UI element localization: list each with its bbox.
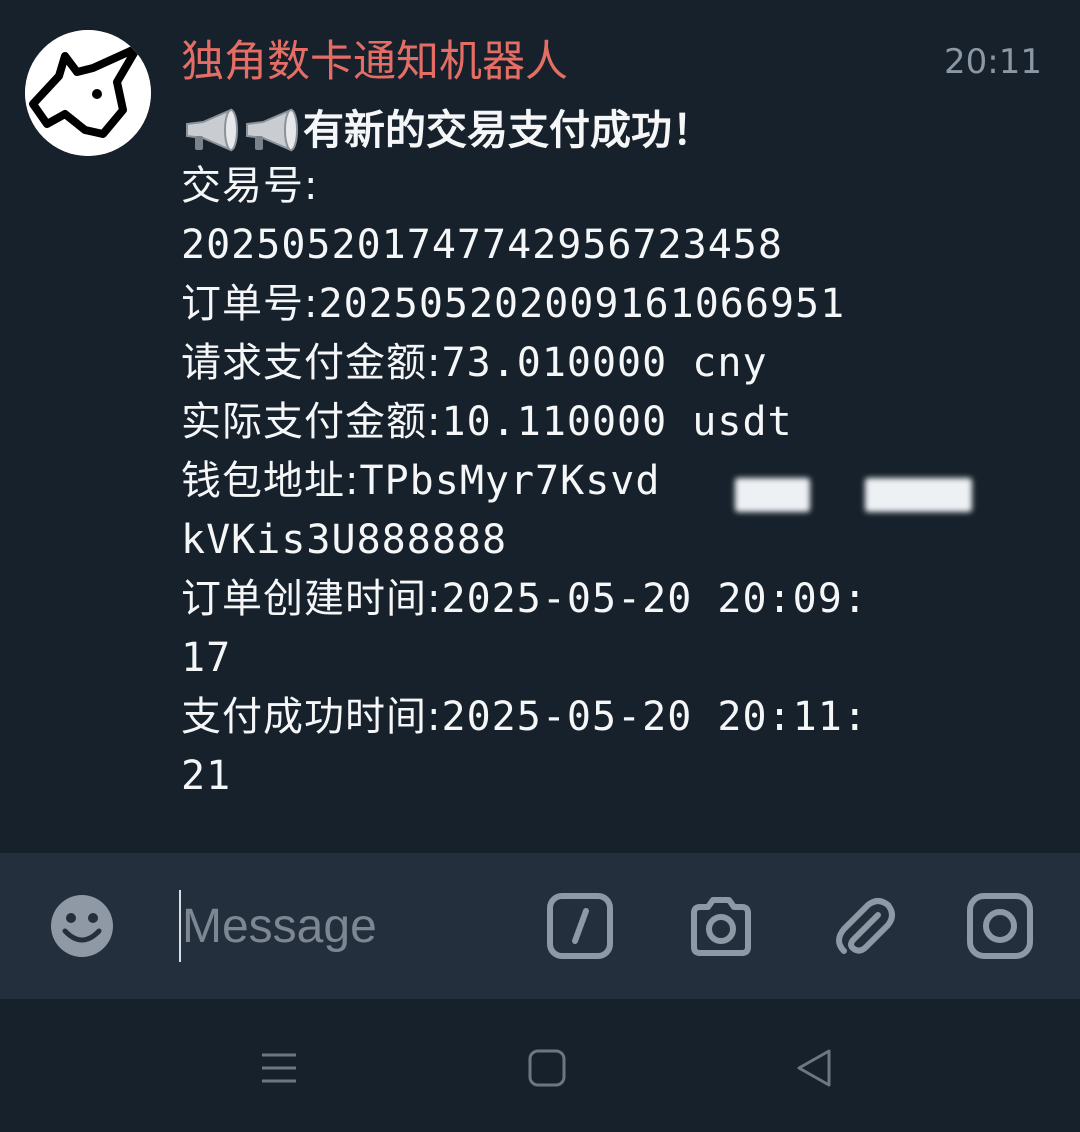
actual-amount: 10.110000 usdt xyxy=(441,399,793,445)
transaction-number: 202505201747742956723458 xyxy=(181,222,783,268)
payment-success-line-2: 21 xyxy=(181,747,231,805)
attach-icon[interactable] xyxy=(828,891,898,961)
line-label: 支付成功时间: xyxy=(181,694,442,740)
wallet-address: TPbsMyr7Ksvd xyxy=(359,458,661,504)
wallet-address-line-2: kVKis3U888888 xyxy=(181,511,507,569)
order-created-seconds: 17 xyxy=(181,635,232,681)
instagram-icon[interactable] xyxy=(965,891,1035,961)
payment-success-line: 支付成功时间:2025-05-20 20:11: xyxy=(181,688,868,746)
system-navigation-bar xyxy=(0,999,1080,1132)
order-created-time: 2025-05-20 20:09: xyxy=(441,576,868,622)
sender-name[interactable]: 独角数卡通知机器人 xyxy=(181,34,568,90)
redaction-blur xyxy=(735,478,810,512)
requested-amount: 73.010000 cny xyxy=(441,340,768,386)
payment-success-seconds: 21 xyxy=(181,753,232,799)
order-created-line: 订单创建时间:2025-05-20 20:09: xyxy=(181,570,868,628)
line-label: 实际支付金额: xyxy=(181,399,442,445)
message-input-bar xyxy=(0,853,1080,999)
order-created-line-2: 17 xyxy=(181,629,231,687)
message-time: 20:11 xyxy=(944,42,1042,82)
transaction-label-line: 交易号: xyxy=(181,157,318,215)
order-number: 202505202009161066951 xyxy=(318,281,846,327)
bot-avatar[interactable] xyxy=(25,30,151,156)
line-label: 订单号: xyxy=(181,281,319,327)
chat-area: 独角数卡通知机器人 20:11 有新的交易支付成功！ 交易号: 20250520… xyxy=(0,0,1080,853)
message-headline: 有新的交易支付成功！ xyxy=(181,100,713,160)
line-label: 交易号: xyxy=(181,163,319,209)
home-icon[interactable] xyxy=(522,1043,572,1093)
wallet-address-line: 钱包地址:TPbsMyr7Ksvd xyxy=(181,452,660,510)
payment-success-time: 2025-05-20 20:11: xyxy=(441,694,868,740)
headline-text: 有新的交易支付成功！ xyxy=(303,106,713,154)
text-caret xyxy=(179,890,181,962)
back-icon[interactable] xyxy=(789,1043,839,1093)
order-number-line: 订单号:202505202009161066951 xyxy=(181,275,845,333)
requested-amount-line: 请求支付金额:73.010000 cny xyxy=(181,334,768,392)
line-label: 订单创建时间: xyxy=(181,576,442,622)
camera-icon[interactable] xyxy=(686,891,756,961)
emoji-icon[interactable] xyxy=(47,891,117,961)
line-label: 钱包地址: xyxy=(181,458,360,504)
menu-icon[interactable] xyxy=(254,1043,304,1093)
actual-amount-line: 实际支付金额:10.110000 usdt xyxy=(181,393,793,451)
message-input[interactable] xyxy=(182,890,512,962)
wallet-address-tail: kVKis3U888888 xyxy=(181,517,508,563)
bot-command-icon[interactable] xyxy=(545,891,615,961)
megaphone-icon xyxy=(186,108,238,152)
redaction-blur xyxy=(865,478,972,512)
line-label: 请求支付金额: xyxy=(181,340,442,386)
megaphone-icon xyxy=(246,108,298,152)
unicorn-icon xyxy=(25,30,151,156)
telegram-chat-screen: 独角数卡通知机器人 20:11 有新的交易支付成功！ 交易号: 20250520… xyxy=(0,0,1080,1132)
transaction-number-line: 202505201747742956723458 xyxy=(181,216,783,274)
